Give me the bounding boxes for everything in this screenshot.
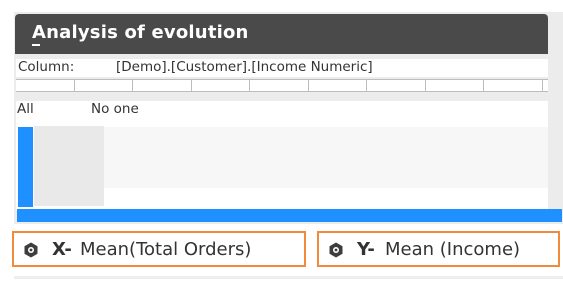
ruler-tick: [308, 80, 309, 91]
ruler-tick: [425, 80, 426, 91]
panel-title-bar: Analysis of evolution: [15, 14, 548, 54]
column-label: Column:: [18, 59, 75, 75]
filter-all-option[interactable]: All: [17, 101, 34, 117]
range-ruler[interactable]: [16, 79, 548, 92]
panel-title: Analysis of evolution: [32, 22, 249, 43]
x-axis-label: X-: [52, 239, 72, 260]
ruler-tick: [542, 80, 543, 91]
ruler-tick: [74, 80, 75, 91]
filter-none-option[interactable]: No one: [91, 101, 139, 117]
ruler-tick: [483, 80, 484, 91]
hexagon-gear-icon: [24, 242, 38, 258]
y-axis-label: Y-: [357, 239, 375, 260]
vertical-scroll-bar[interactable]: [18, 127, 33, 207]
hexagon-gear-icon: [329, 242, 343, 258]
chart-gray-block: [34, 126, 104, 206]
ruler-tick: [249, 80, 250, 91]
analysis-widget: Analysis of evolution Column: [Demo].[Cu…: [0, 0, 563, 283]
x-axis-metric[interactable]: X- Mean(Total Orders): [12, 231, 306, 267]
filter-labels-row: All No one: [16, 101, 548, 119]
x-axis-measure: Mean(Total Orders): [80, 239, 252, 260]
title-access-key-underline: [32, 44, 40, 46]
column-selector[interactable]: Column: [Demo].[Customer].[Income Numeri…: [16, 59, 548, 77]
column-value[interactable]: [Demo].[Customer].[Income Numeric]: [116, 59, 373, 75]
y-axis-metric[interactable]: Y- Mean (Income): [317, 231, 560, 267]
ruler-tick: [132, 80, 133, 91]
horizontal-scroll-bar[interactable]: [17, 209, 562, 222]
ruler-tick: [191, 80, 192, 91]
ruler-tick: [366, 80, 367, 91]
y-axis-measure: Mean (Income): [385, 239, 521, 260]
chart-content-box: [104, 127, 548, 188]
divider: [14, 276, 563, 279]
